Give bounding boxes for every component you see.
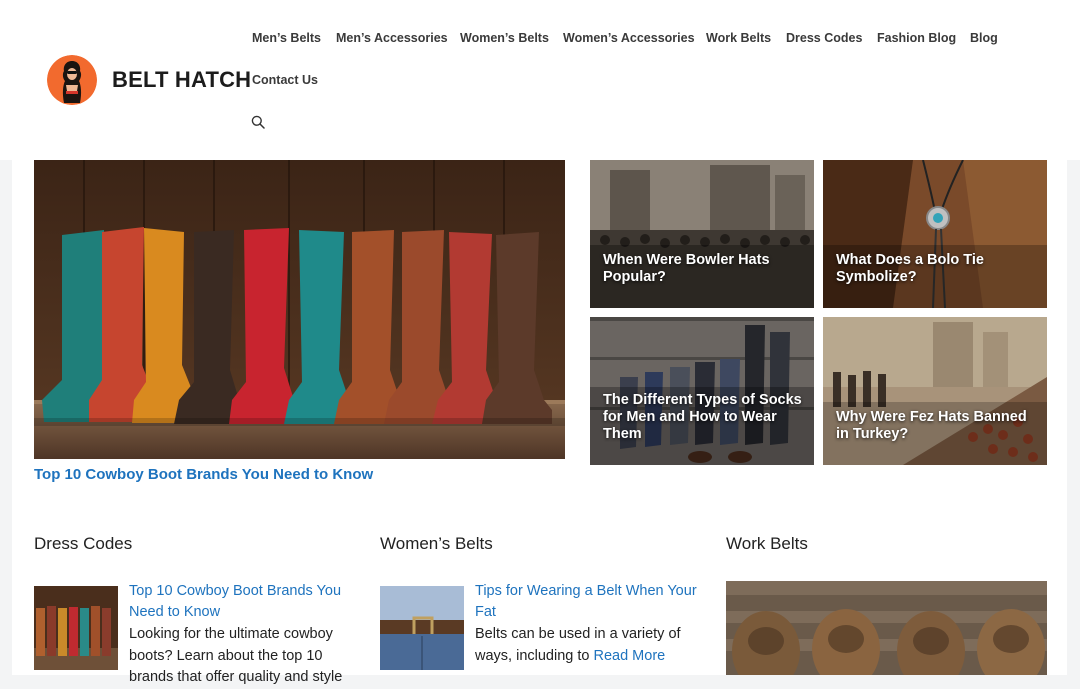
post-thumbnail[interactable]: [34, 586, 118, 670]
nav-fashion-blog[interactable]: Fashion Blog: [877, 31, 956, 45]
site-title[interactable]: BELT HATCH: [112, 67, 251, 93]
post-excerpt: Looking for the ultimate cowboy boots? L…: [129, 626, 343, 685]
tile-bowler-hats[interactable]: When Were Bowler Hats Popular?: [590, 160, 814, 308]
nav-dress-codes[interactable]: Dress Codes: [786, 31, 862, 45]
nav-womens-accessories[interactable]: Women’s Accessories: [563, 31, 695, 45]
section-heading-dress-codes: Dress Codes: [34, 534, 133, 553]
site-logo[interactable]: [47, 55, 97, 105]
post-thumbnail[interactable]: [380, 586, 464, 670]
post-title[interactable]: Top 10 Cowboy Boot Brands You Need to Kn…: [129, 581, 354, 623]
tile-title[interactable]: What Does a Bolo Tie Symbolize?: [836, 252, 1037, 286]
nav-work-belts[interactable]: Work Belts: [706, 31, 771, 45]
post-excerpt: Belts can be used in a variety of ways, …: [475, 624, 700, 667]
nav-blog[interactable]: Blog: [970, 31, 998, 45]
featured-image[interactable]: [34, 160, 565, 459]
tile-bolo-tie[interactable]: What Does a Bolo Tie Symbolize?: [823, 160, 1047, 308]
tile-fez-hats[interactable]: Why Were Fez Hats Banned in Turkey?: [823, 317, 1047, 465]
section-heading-work-belts: Work Belts: [726, 534, 808, 553]
nav-womens-belts[interactable]: Women’s Belts: [460, 31, 549, 45]
nav-mens-accessories[interactable]: Men’s Accessories: [336, 31, 448, 45]
tile-socks[interactable]: The Different Types of Socks for Men and…: [590, 317, 814, 465]
post-title[interactable]: Tips for Wearing a Belt When Your Fat: [475, 581, 700, 623]
tile-title[interactable]: When Were Bowler Hats Popular?: [603, 252, 804, 286]
featured-post-title[interactable]: Top 10 Cowboy Boot Brands You Need to Kn…: [34, 466, 373, 483]
search-icon[interactable]: [251, 115, 265, 129]
nav-contact-us[interactable]: Contact Us: [252, 73, 318, 87]
read-more-link[interactable]: Read More: [593, 648, 665, 664]
work-belts-image[interactable]: [726, 581, 1047, 675]
nav-mens-belts[interactable]: Men’s Belts: [252, 31, 321, 45]
tile-title[interactable]: The Different Types of Socks for Men and…: [603, 392, 804, 443]
tile-title[interactable]: Why Were Fez Hats Banned in Turkey?: [836, 409, 1037, 443]
section-heading-womens-belts: Women’s Belts: [380, 534, 493, 553]
